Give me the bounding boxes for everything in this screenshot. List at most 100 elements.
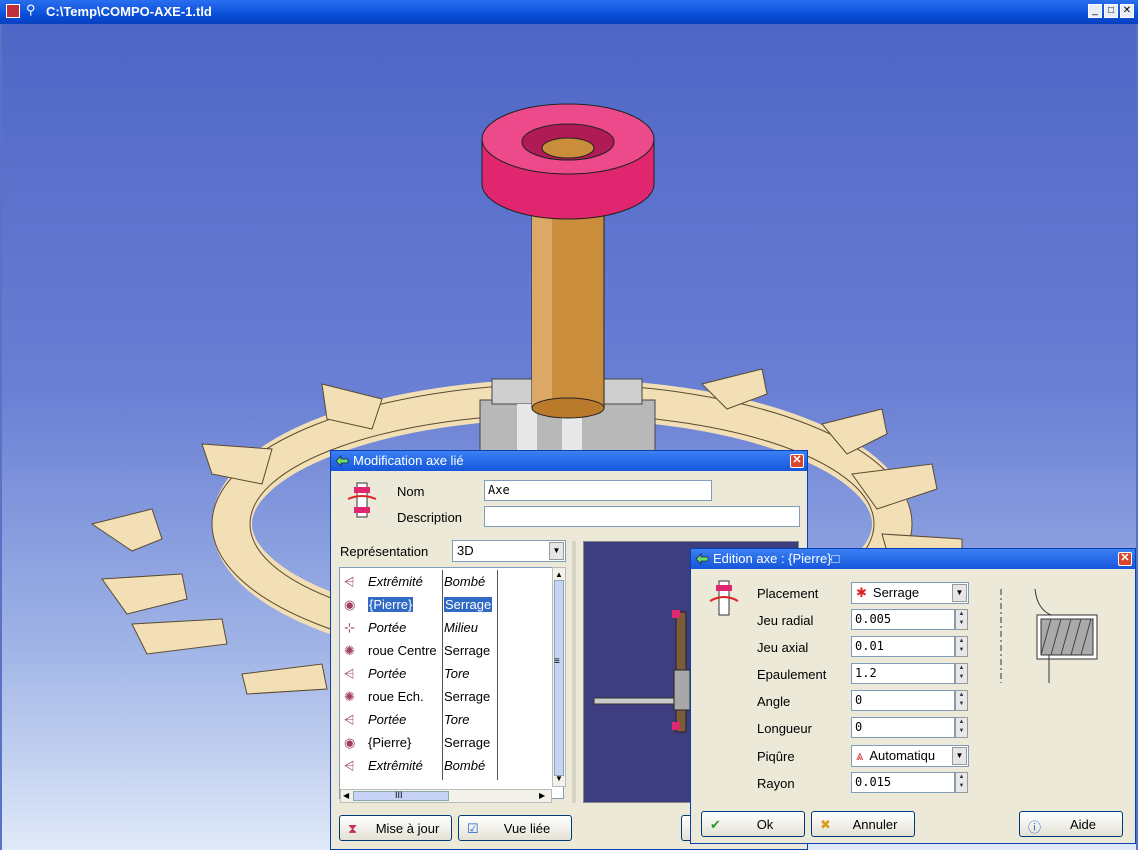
field-spinner[interactable]: ▲ ▼ [955, 636, 968, 657]
element-name: Portée [368, 620, 448, 635]
chevron-down-icon[interactable]: ▼ [952, 584, 967, 602]
close-button[interactable]: ✕ [1120, 4, 1134, 18]
list-vertical-scrollbar[interactable]: ▲ ≡ ▼ [552, 567, 566, 787]
chevron-down-icon[interactable]: ▼ [549, 542, 564, 560]
list-horizontal-scrollbar[interactable]: ◀ III ▶ [340, 789, 552, 803]
app-icon [6, 4, 20, 18]
field-spinner[interactable]: ▲ ▼ [955, 717, 968, 738]
piqure-select[interactable]: ⩓ Automatiqu ▼ [851, 745, 969, 767]
modification-axe-titlebar[interactable]: Modification axe lié ✕ [331, 451, 807, 471]
axis-elements-list[interactable]: ⩤ Extrêmité Bombé ◉ {Pierre} Serrage ⊹ Portée Mi… [339, 567, 564, 799]
edition-axe-titlebar[interactable]: Edition axe : {Pierre}□ ✕ [691, 549, 1135, 569]
piqure-label: Piqûre [757, 749, 795, 764]
maximize-button[interactable]: □ [1104, 4, 1118, 18]
list-item[interactable]: ✺ roue Ech. Serrage [340, 685, 550, 708]
jewel-pierre [481, 103, 655, 220]
rayon-spinner[interactable]: ▲ ▼ [955, 772, 968, 793]
help-button[interactable]: ⓘ Aide [1019, 811, 1123, 837]
list-item[interactable]: ⩤ Portée Tore [340, 662, 550, 685]
piqure-icon: ⩓ [856, 748, 864, 763]
element-mode: Serrage [444, 735, 490, 750]
preview-splitter[interactable] [572, 541, 576, 803]
element-type-icon: ⩤ [344, 574, 355, 589]
field-spinner[interactable]: ▲ ▼ [955, 663, 968, 684]
field-spinner[interactable]: ▲ ▼ [955, 609, 968, 630]
list-item[interactable]: ✺ roue Centre Serrage [340, 639, 550, 662]
list-item[interactable]: ◉ {Pierre} Serrage [340, 731, 550, 754]
info-icon: ⓘ [1028, 820, 1042, 835]
hscroll-grip: III [395, 790, 403, 800]
element-mode: Serrage [444, 597, 493, 612]
field-label: Longueur [757, 721, 812, 736]
field-input[interactable]: 1.2 [851, 663, 955, 684]
rayon-input[interactable]: 0.015 [851, 772, 955, 793]
element-mode-text: Bombé [444, 758, 486, 773]
element-name-text: Extrêmité [368, 758, 423, 773]
linked-view-button[interactable]: ☑ Vue liée [458, 815, 572, 841]
list-item[interactable]: ⩤ Extrêmité Bombé [340, 754, 550, 777]
update-button[interactable]: ⧗ Mise à jour [339, 815, 452, 841]
representation-label: Représentation [340, 544, 429, 559]
field-input[interactable]: 0 [851, 690, 955, 711]
jewel-axis-icon [709, 580, 739, 616]
checkbox-icon: ☑ [467, 821, 479, 836]
edition-axe-close-button[interactable]: ✕ [1118, 552, 1132, 566]
element-name-text: {Pierre} [368, 735, 412, 750]
representation-select[interactable]: 3D ▼ [452, 540, 566, 562]
element-mode: Tore [444, 666, 470, 681]
element-mode-text: Bombé [444, 574, 486, 589]
element-name: roue Ech. [368, 689, 448, 704]
list-item[interactable]: ⩤ Extrêmité Bombé [340, 570, 550, 593]
description-input[interactable] [484, 506, 800, 527]
element-type-icon: ⩤ [344, 666, 355, 681]
vscroll-grip: ≡ [554, 656, 560, 667]
checkmark-icon: ✔ [710, 817, 721, 832]
list-item[interactable]: ⩤ Portée Tore [340, 708, 550, 731]
field-label: Jeu axial [757, 640, 809, 655]
modification-axe-close-button[interactable]: ✕ [790, 454, 804, 468]
edition-axe-title: Edition axe : {Pierre} [713, 551, 832, 566]
element-name: Portée [368, 666, 448, 681]
element-mode: Bombé [444, 758, 485, 773]
field-input[interactable]: 0.005 [851, 609, 955, 630]
element-name: Portée [368, 712, 448, 727]
list-item[interactable]: ◉ {Pierre} Serrage [340, 593, 550, 616]
element-mode-text: Tore [444, 666, 470, 681]
minimize-button[interactable]: _ [1088, 4, 1102, 18]
placement-label: Placement [757, 586, 819, 601]
element-name: Extrêmité [368, 574, 448, 589]
element-mode-text: Serrage [444, 689, 491, 704]
edition-axe-title-suffix: □ [831, 551, 840, 566]
field-label: Jeu radial [757, 613, 814, 628]
element-mode-text: Serrage [444, 643, 491, 658]
element-name: Extrêmité [368, 758, 448, 773]
axis-title-icon [695, 553, 709, 565]
element-name: roue Centre [368, 643, 448, 658]
element-type-icon: ⩤ [344, 758, 355, 773]
search-icon: ⚲ [26, 2, 36, 17]
element-name-text: Portée [368, 712, 407, 727]
element-type-icon: ✺ [344, 643, 355, 658]
piqure-value: Automatiqu [869, 748, 936, 763]
element-mode: Bombé [444, 574, 485, 589]
element-name-text: {Pierre} [368, 597, 414, 612]
element-mode-text: Serrage [444, 597, 493, 612]
element-type-icon: ◉ [344, 597, 356, 612]
element-mode-text: Serrage [444, 735, 491, 750]
description-label: Description [397, 510, 463, 525]
placement-select[interactable]: ✱ Serrage ▼ [851, 582, 969, 604]
element-type-icon: ⊹ [344, 620, 355, 635]
axis-title-icon [335, 455, 349, 467]
field-input[interactable]: 0 [851, 717, 955, 738]
list-item[interactable]: ⊹ Portée Milieu [340, 616, 550, 639]
cancel-x-icon: ✖ [820, 817, 831, 832]
field-input[interactable]: 0.01 [851, 636, 955, 657]
element-name-text: roue Centre [368, 643, 437, 658]
cancel-button[interactable]: ✖ Annuler [811, 811, 915, 837]
ok-button[interactable]: ✔ Ok [701, 811, 805, 837]
element-mode: Tore [444, 712, 470, 727]
field-spinner[interactable]: ▲ ▼ [955, 690, 968, 711]
chevron-down-icon[interactable]: ▼ [952, 747, 967, 765]
nom-input[interactable]: Axe [484, 480, 712, 501]
element-name-text: Portée [368, 620, 407, 635]
